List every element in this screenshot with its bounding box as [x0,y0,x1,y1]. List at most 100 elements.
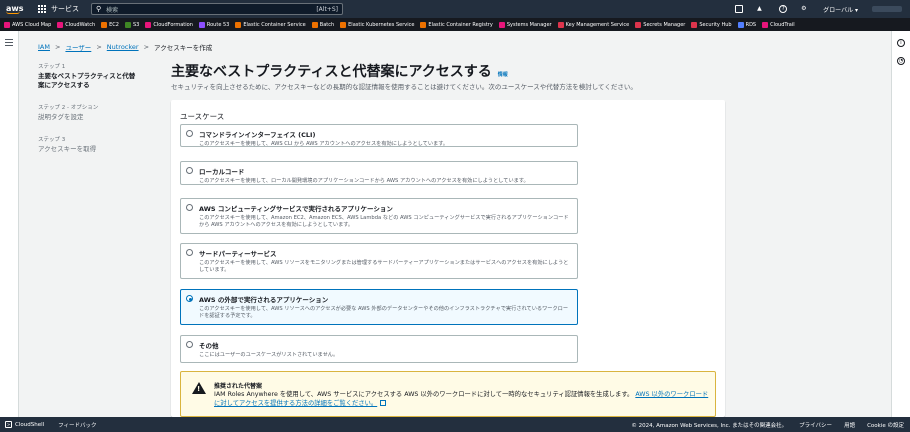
option-title: コマンドラインインターフェイス (CLI) [199,131,316,139]
option-title: AWS の外部で実行されるアプリケーション [199,296,329,304]
breadcrumb-user-nutrocker[interactable]: Nutrocker [107,43,139,51]
favorite-item[interactable]: Elastic Container Registry [420,21,493,28]
page-description: セキュリティを向上させるために、アクセスキーなどの長期的な認証情報を使用すること… [171,83,637,91]
chevron-right-icon: > [143,43,150,51]
top-navigation: aws サービス ⚲ 検索 [Alt+S] ▲ ? ⚙ グローバル ▾ [0,0,910,18]
usecase-panel: ユースケース コマンドラインインターフェイス (CLI) このアクセスキーを使用… [171,100,725,417]
favorite-label: EC2 [109,21,119,28]
favorite-label: Systems Manager [506,21,552,28]
favorite-item[interactable]: RDS [737,21,756,28]
favorite-item[interactable]: Security Hub [691,21,732,28]
info-link[interactable]: 情報 [498,71,508,78]
search-placeholder: 検索 [106,6,119,14]
usecase-option-outside-aws[interactable]: AWS の外部で実行されるアプリケーション このアクセスキーを使用して、AWS … [180,289,578,325]
wizard-steps: ステップ 1 主要なベストプラクティスと代替案にアクセスする ステップ 2 - … [38,62,138,167]
recommended-alternative-alert: 推奨された代替案 IAM Roles Anywhere を使用して、AWS サー… [180,371,716,417]
page-title-text: 主要なベストプラクティスと代替案にアクセスする [171,64,492,80]
service-icon [235,21,242,28]
favorites-bar: AWS Cloud Map CloudWatch EC2 S3 CloudFormati… [0,18,910,31]
favorite-label: Elastic Container Registry [428,21,493,28]
favorite-label: Elastic Container Service [243,21,306,28]
option-description: このアクセスキーを使用して、AWS リソースをモニタリングまたは管理するサードパ… [199,260,569,273]
alert-title: 推奨された代替案 [214,383,263,390]
wizard-step-2[interactable]: ステップ 2 - オプション 説明タグを設定 [38,103,138,122]
account-menu[interactable] [872,6,902,12]
wizard-step-1[interactable]: ステップ 1 主要なベストプラクティスと代替案にアクセスする [38,62,138,90]
favorite-label: CloudTrail [770,21,795,28]
favorite-label: Route 53 [206,21,230,28]
favorite-item[interactable]: Secrets Manager [635,21,685,28]
service-icon [498,21,505,28]
breadcrumb: IAM > ユーザー > Nutrocker > アクセスキーを作成 [38,42,212,52]
usecase-option-third-party[interactable]: サードパーティーサービス このアクセスキーを使用して、AWS リソースをモニタリ… [180,243,578,279]
cookie-settings-link[interactable]: Cookie の設定 [867,421,904,429]
favorite-item[interactable]: S3 [124,21,139,28]
service-icon [762,21,769,28]
search-shortcut: [Alt+S] [316,5,338,13]
cloudshell-icon[interactable] [735,5,744,13]
radio-button[interactable] [186,167,193,174]
services-menu-button[interactable]: サービス [38,4,79,14]
favorite-item[interactable]: CloudTrail [762,21,795,28]
step-number: ステップ 1 [38,64,66,70]
favorite-item[interactable]: Batch [311,21,334,28]
terms-link[interactable]: 用語 [844,421,855,429]
favorite-item[interactable]: AWS Cloud Map [4,21,51,28]
favorite-item[interactable]: Key Management Service [557,21,629,28]
option-description: このアクセスキーを使用して、ローカル開発環境のアプリケーションコードから AWS… [199,178,529,184]
tutorial-icon[interactable]: ◔ [897,57,905,65]
info-panel-icon[interactable]: i [897,39,905,47]
help-icon[interactable]: ? [779,5,788,13]
radio-button[interactable] [186,204,193,211]
favorite-item[interactable]: Route 53 [198,21,230,28]
service-icon [420,21,427,28]
copyright-text: © 2024, Amazon Web Services, Inc. またはその関… [631,422,788,429]
region-selector[interactable]: グローバル ▾ [823,5,858,14]
usecase-option-cli[interactable]: コマンドラインインターフェイス (CLI) このアクセスキーを使用して、AWS … [180,124,578,147]
favorite-item[interactable]: EC2 [101,21,119,28]
menu-hamburger-icon[interactable] [5,39,13,48]
favorite-label: CloudWatch [65,21,96,28]
breadcrumb-users[interactable]: ユーザー [65,42,91,52]
service-icon [311,21,318,28]
radio-button[interactable] [186,249,193,256]
radio-button-selected[interactable] [186,295,193,302]
radio-button[interactable] [186,130,193,137]
settings-gear-icon[interactable]: ⚙ [801,5,809,13]
feedback-link[interactable]: フィードバック [58,421,96,429]
privacy-link[interactable]: プライバシー [799,421,832,429]
option-description: このアクセスキーを使用して、AWS CLI から AWS アカウントへのアクセス… [199,141,449,147]
notifications-bell-icon[interactable]: ▲ [757,5,765,13]
favorite-label: Elastic Kubernetes Service [348,21,415,28]
chevron-right-icon: > [54,43,61,51]
service-icon [4,21,10,28]
radio-button[interactable] [186,341,193,348]
favorite-item[interactable]: CloudFormation [145,21,193,28]
step-label: 主要なベストプラクティスと代替案にアクセスする [38,72,136,89]
option-title: サードパーティーサービス [199,250,277,258]
service-icon [145,21,152,28]
step-label: アクセスキーを取得 [38,145,97,153]
usecase-option-aws-compute[interactable]: AWS コンピューティングサービスで実行されるアプリケーション このアクセスキー… [180,198,578,234]
services-grid-icon [38,5,46,13]
usecase-heading: ユースケース [180,112,225,121]
search-input[interactable]: ⚲ 検索 [Alt+S] [91,3,343,15]
favorite-item[interactable]: Systems Manager [498,21,552,28]
option-description: このアクセスキーを使用して、AWS リソースへのアクセスが必要な AWS 外部の… [199,306,569,319]
aws-logo-text: aws [6,3,24,13]
alert-description: IAM Roles Anywhere を使用して、AWS サービスにアクセスする… [214,390,714,408]
breadcrumb-iam[interactable]: IAM [38,43,50,51]
wizard-step-3[interactable]: ステップ 3 アクセスキーを取得 [38,135,138,154]
service-icon [57,21,64,28]
cloudshell-button[interactable]: > CloudShell [5,421,44,428]
option-description: このアクセスキーを使用して、Amazon EC2、Amazon ECS、AWS … [199,215,569,228]
service-icon [101,21,108,28]
usecase-option-other[interactable]: その他 ここにはユーザーのユースケースがリストされていません。 [180,335,578,363]
external-link-icon [380,400,387,406]
favorite-label: Security Hub [699,21,732,28]
favorite-item[interactable]: CloudWatch [57,21,96,28]
usecase-option-local-code[interactable]: ローカルコード このアクセスキーを使用して、ローカル開発環境のアプリケーションコ… [180,161,578,185]
favorite-item[interactable]: Elastic Kubernetes Service [340,21,415,28]
aws-logo[interactable]: aws [6,3,28,14]
favorite-item[interactable]: Elastic Container Service [235,21,306,28]
